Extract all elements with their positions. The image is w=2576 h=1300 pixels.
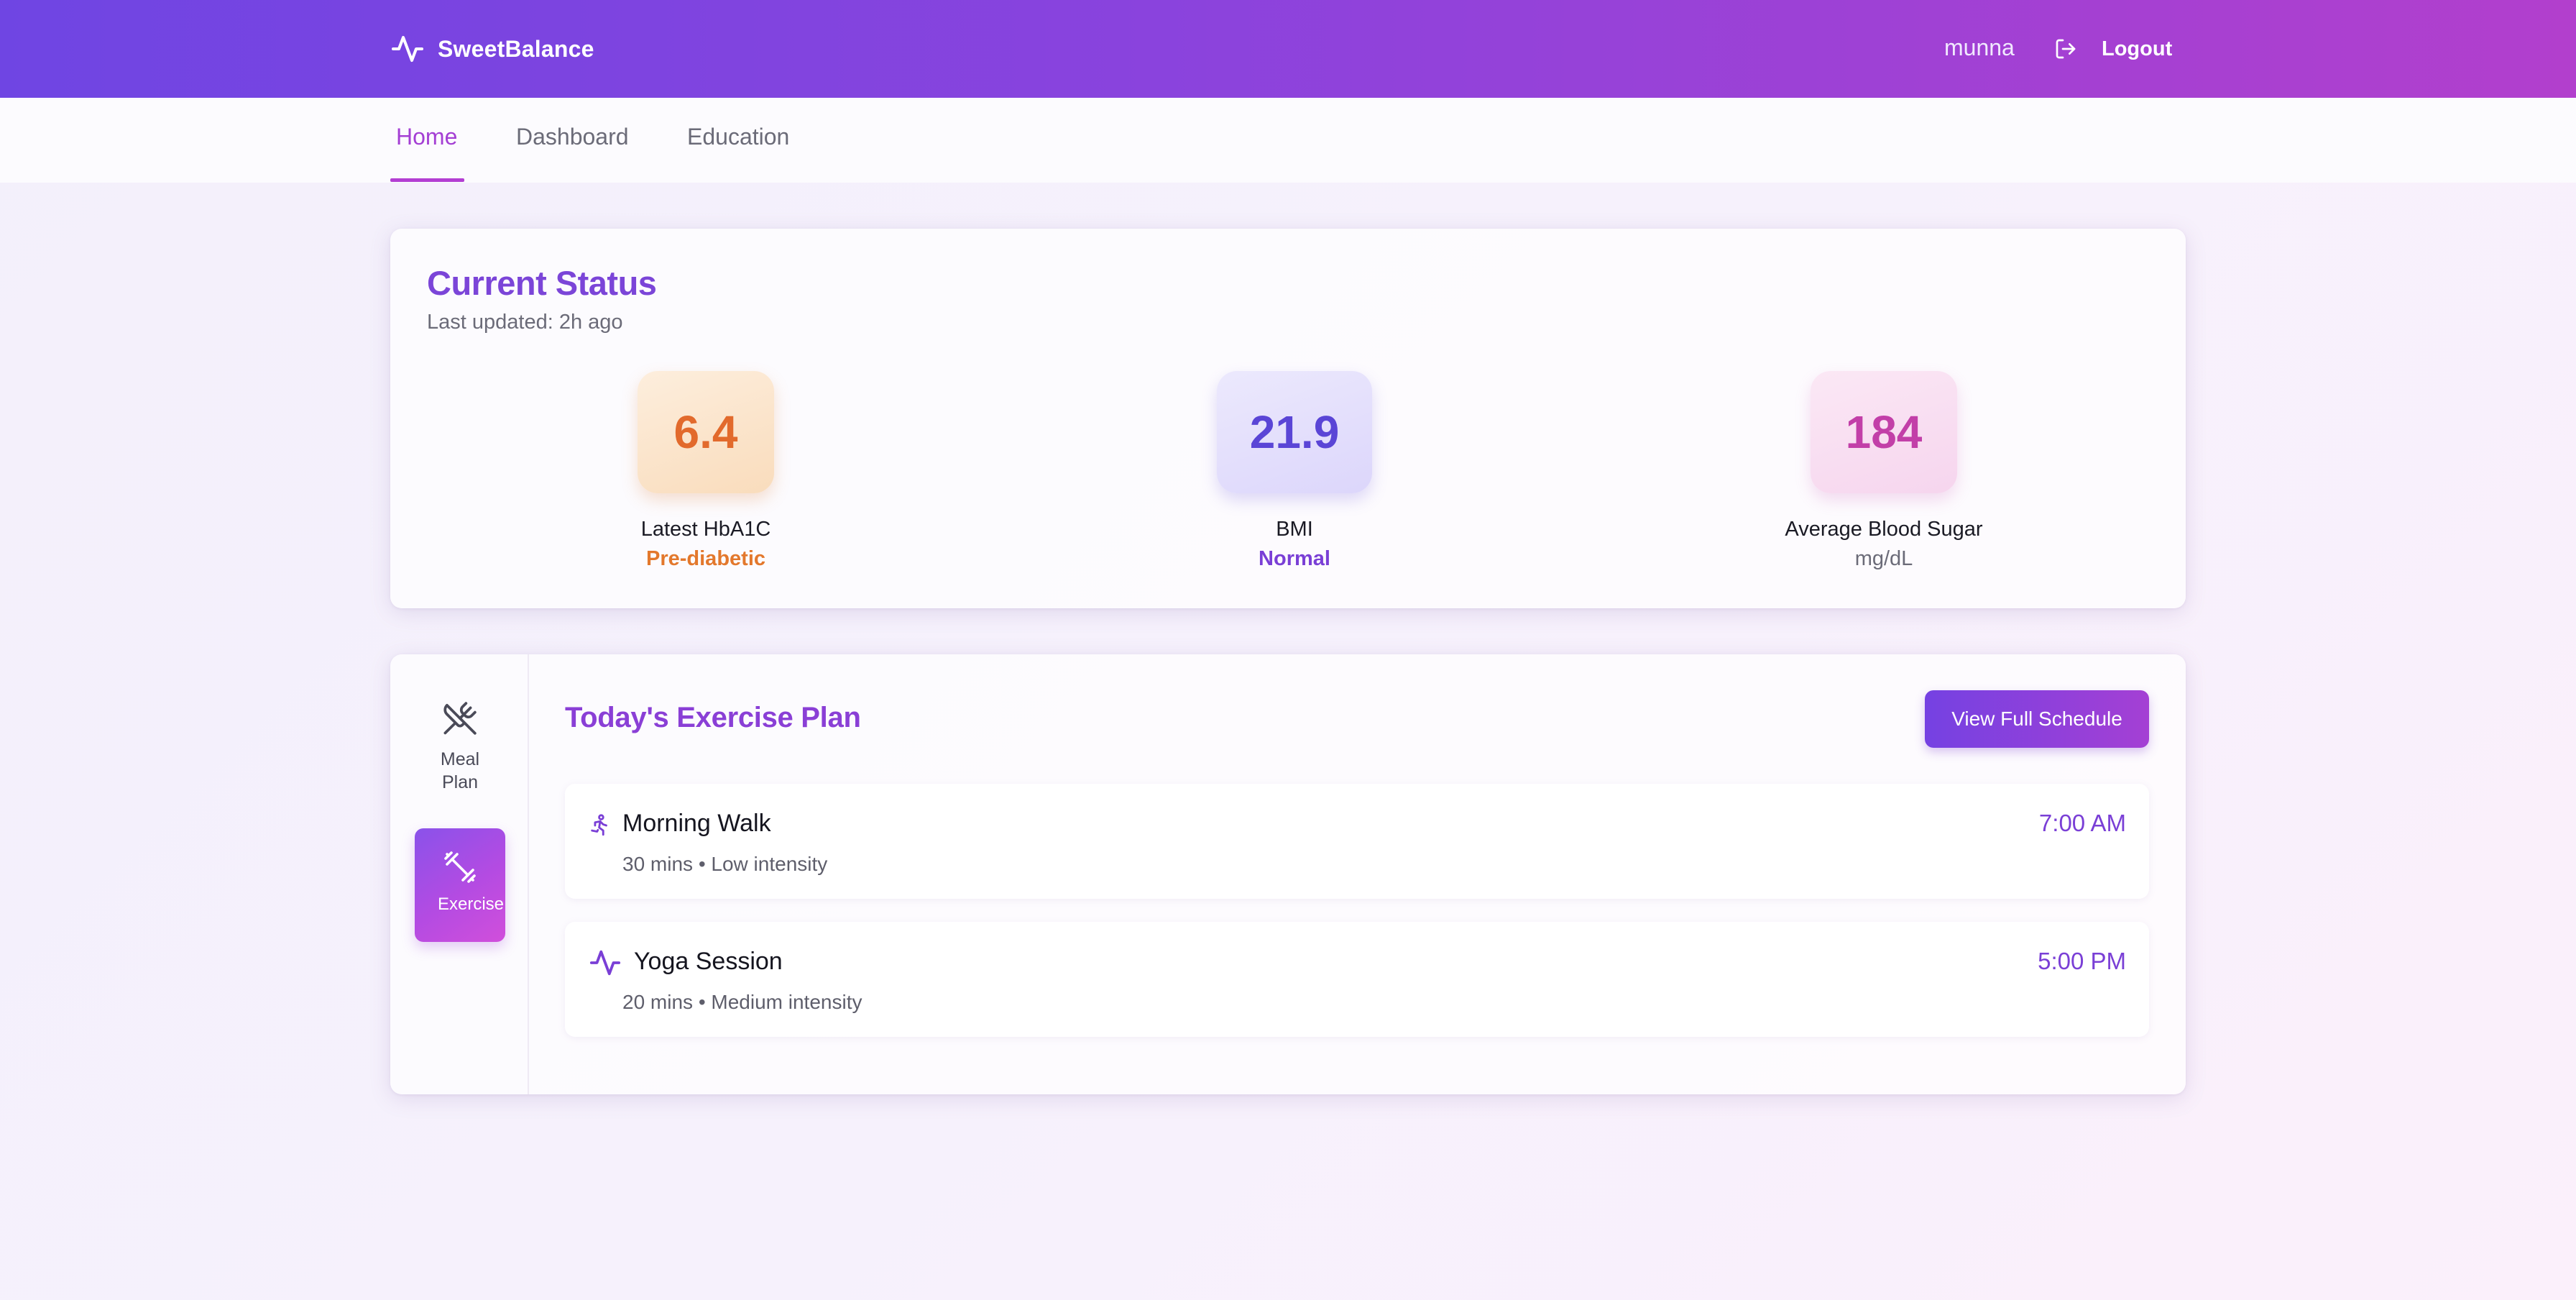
tab-education[interactable]: Education xyxy=(687,124,789,150)
exercise-time: 7:00 AM xyxy=(2038,810,2126,836)
exercise-item-yoga-session[interactable]: Yoga Session 20 mins • Medium intensity … xyxy=(565,922,2149,1037)
brand-name: SweetBalance xyxy=(438,35,594,62)
bmi-status: Normal xyxy=(1259,547,1330,570)
activity-pulse-icon xyxy=(589,950,621,976)
exercise-meta: 20 mins • Medium intensity xyxy=(622,991,862,1013)
exercise-time: 5:00 PM xyxy=(2038,948,2126,974)
walking-person-icon xyxy=(591,814,607,836)
utensils-crossed-icon xyxy=(443,702,477,735)
exercise-name: Morning Walk xyxy=(622,810,771,837)
hba1c-label: Latest HbA1C xyxy=(640,518,771,541)
metric-hba1c: 6.4 Latest HbA1C Pre-diabetic xyxy=(555,371,857,571)
sidebar-item-exercise[interactable]: Exercise xyxy=(415,828,505,942)
plan-sidebar: Meal Plan Exercise xyxy=(390,654,529,1094)
brand[interactable]: SweetBalance xyxy=(390,29,594,69)
sidebar-item-label: Exercise xyxy=(438,894,505,914)
app-header: SweetBalance munna Logout xyxy=(0,0,2576,98)
exercise-item-morning-walk[interactable]: Morning Walk 30 mins • Low intensity 7:0… xyxy=(565,784,2149,899)
metric-blood-sugar: 184 Average Blood Sugar mg/dL xyxy=(1733,371,2035,571)
current-status-card: Current Status Last updated: 2h ago 6.4 … xyxy=(390,229,2186,608)
blood-sugar-unit: mg/dL xyxy=(1854,547,1913,570)
bmi-value: 21.9 xyxy=(1217,371,1372,493)
active-tab-indicator xyxy=(390,178,464,182)
bmi-label: BMI xyxy=(1276,518,1313,541)
blood-sugar-label: Average Blood Sugar xyxy=(1785,518,1983,541)
logout-icon xyxy=(2056,39,2076,59)
logout-button[interactable]: Logout xyxy=(2054,32,2172,66)
exercise-plan-title: Today's Exercise Plan xyxy=(565,702,861,733)
activity-pulse-icon xyxy=(392,36,423,62)
tab-home[interactable]: Home xyxy=(396,124,457,150)
status-title: Current Status xyxy=(427,264,657,302)
hba1c-value: 6.4 xyxy=(638,371,774,493)
exercise-meta: 30 mins • Low intensity xyxy=(622,853,828,875)
sidebar-item-label: Meal Plan xyxy=(440,749,480,792)
exercise-name: Yoga Session xyxy=(634,948,783,975)
tab-dashboard[interactable]: Dashboard xyxy=(516,124,629,150)
blood-sugar-value: 184 xyxy=(1811,371,1957,493)
last-updated: Last updated: 2h ago xyxy=(427,311,623,334)
sidebar-item-meal-plan[interactable]: Meal Plan xyxy=(415,700,505,801)
user-name: munna xyxy=(1944,35,2015,60)
hba1c-status: Pre-diabetic xyxy=(646,547,765,570)
logout-label: Logout xyxy=(2102,37,2173,60)
plan-card: Meal Plan Exercise Today's Exercise Plan … xyxy=(390,654,2186,1094)
metric-bmi: 21.9 BMI Normal xyxy=(1144,371,1445,571)
main-nav: Home Dashboard Education xyxy=(0,98,2576,183)
dumbbell-icon xyxy=(444,851,476,883)
view-full-schedule-button[interactable]: View Full Schedule xyxy=(1925,690,2149,748)
